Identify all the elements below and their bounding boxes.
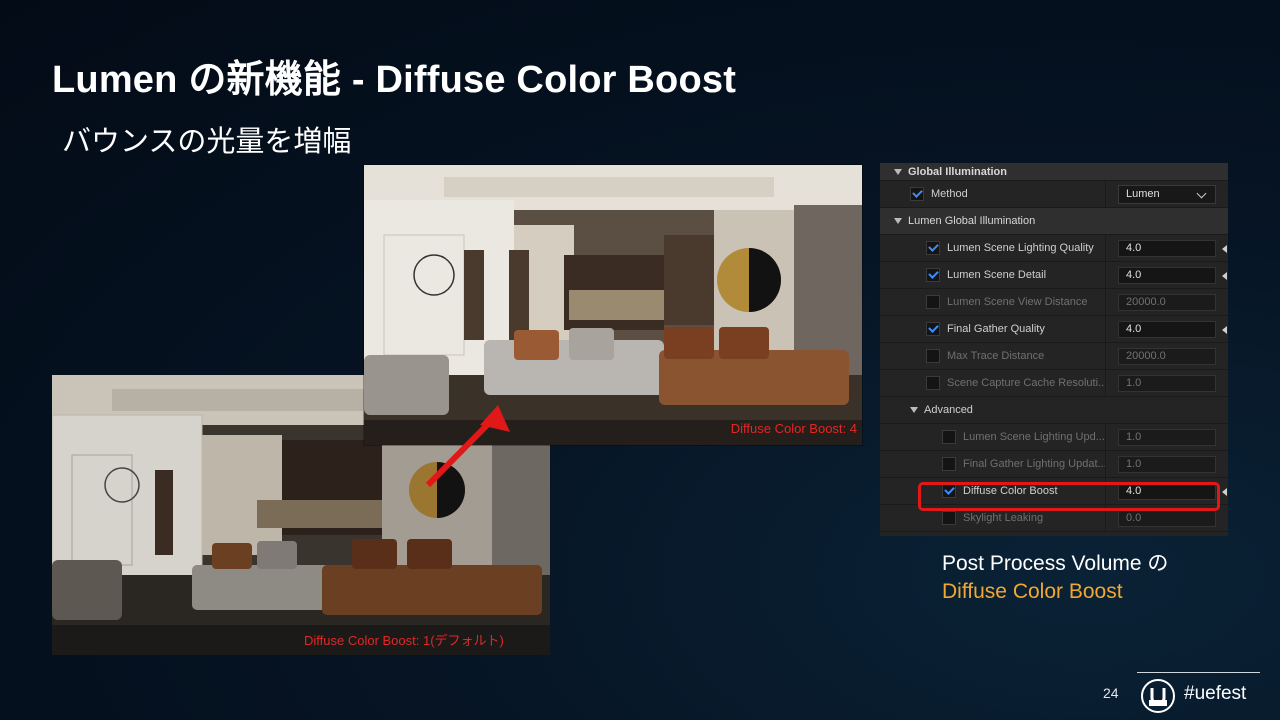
lighting-quality-input[interactable]: 4.0	[1118, 240, 1216, 257]
reset-arrow-icon[interactable]	[1222, 245, 1227, 253]
caret-down-icon	[894, 168, 902, 175]
caption-line-2: Diffuse Color Boost	[942, 580, 1123, 603]
row-scene-detail: Lumen Scene Detail 4.0	[880, 262, 1228, 289]
lighting-update-checkbox[interactable]	[942, 430, 956, 444]
method-checkbox[interactable]	[910, 187, 924, 201]
row-label: Final Gather Quality	[947, 323, 1045, 335]
slide-subtitle: バウンスの光量を増幅	[62, 126, 352, 158]
footer-divider	[1137, 672, 1260, 673]
row-label: Lumen Scene Detail	[947, 269, 1047, 281]
caret-down-icon	[910, 407, 918, 413]
row-method: Method Lumen	[880, 181, 1228, 208]
section-lumen-gi[interactable]: Lumen Global Illumination	[880, 208, 1228, 235]
scene-capture-cache-checkbox[interactable]	[926, 376, 940, 390]
row-lighting-quality: Lumen Scene Lighting Quality 4.0	[880, 235, 1228, 262]
final-gather-quality-checkbox[interactable]	[926, 322, 940, 336]
scene-detail-checkbox[interactable]	[926, 268, 940, 282]
section-advanced[interactable]: Advanced	[880, 397, 1228, 424]
row-label: Scene Capture Cache Resoluti...	[947, 377, 1108, 389]
render-boosted-image: Diffuse Color Boost: 4	[364, 165, 862, 445]
scene-detail-input[interactable]: 4.0	[1118, 267, 1216, 284]
row-view-distance: Lumen Scene View Distance 20000.0	[880, 289, 1228, 316]
final-gather-update-input[interactable]: 1.0	[1118, 456, 1216, 473]
chevron-down-icon	[1196, 188, 1207, 199]
lighting-quality-checkbox[interactable]	[926, 241, 940, 255]
row-label: Skylight Leaking	[963, 512, 1044, 524]
max-trace-distance-input[interactable]: 20000.0	[1118, 348, 1216, 365]
row-label: Lumen Scene Lighting Upd...	[963, 431, 1105, 443]
max-trace-distance-checkbox[interactable]	[926, 349, 940, 363]
page-number: 24	[1103, 685, 1119, 701]
skylight-leaking-checkbox[interactable]	[942, 511, 956, 525]
final-gather-quality-input[interactable]: 4.0	[1118, 321, 1216, 338]
skylight-leaking-input[interactable]: 0.0	[1118, 510, 1216, 527]
row-label: Final Gather Lighting Updat...	[963, 458, 1107, 470]
event-hashtag: #uefest	[1184, 683, 1247, 704]
row-scene-capture-cache: Scene Capture Cache Resoluti... 1.0	[880, 370, 1228, 397]
row-final-gather-update: Final Gather Lighting Updat... 1.0	[880, 451, 1228, 478]
section-label: Lumen Global Illumination	[908, 215, 1036, 227]
slide-title: Lumen の新機能 - Diffuse Color Boost	[52, 59, 737, 101]
row-label: Lumen Scene View Distance	[947, 296, 1088, 308]
reset-arrow-icon[interactable]	[1222, 488, 1227, 496]
method-value: Lumen	[1126, 188, 1160, 200]
lighting-update-input[interactable]: 1.0	[1118, 429, 1216, 446]
boosted-render-caption: Diffuse Color Boost: 4	[730, 421, 857, 436]
panel-caption: Post Process Volume の Diffuse Color Boos…	[942, 550, 1168, 606]
final-gather-update-checkbox[interactable]	[942, 457, 956, 471]
row-max-trace-distance: Max Trace Distance 20000.0	[880, 343, 1228, 370]
section-global-illumination[interactable]: Global Illumination	[880, 163, 1228, 181]
post-process-details-panel: Global Illumination Method Lumen Lumen G…	[880, 163, 1228, 536]
view-distance-checkbox[interactable]	[926, 295, 940, 309]
view-distance-input[interactable]: 20000.0	[1118, 294, 1216, 311]
reset-arrow-icon[interactable]	[1222, 272, 1227, 280]
unreal-fest-logo-icon	[1141, 679, 1175, 713]
section-label: Advanced	[924, 404, 973, 416]
diffuse-boost-highlight-box	[918, 482, 1220, 511]
method-dropdown[interactable]: Lumen	[1118, 185, 1216, 204]
default-render-caption: Diffuse Color Boost: 1(デフォルト)	[304, 633, 504, 648]
scene-capture-cache-input[interactable]: 1.0	[1118, 375, 1216, 392]
row-final-gather-quality: Final Gather Quality 4.0	[880, 316, 1228, 343]
caption-line-1: Post Process Volume の	[942, 552, 1169, 575]
section-label: Global Illumination	[908, 165, 1007, 178]
row-lighting-update: Lumen Scene Lighting Upd... 1.0	[880, 424, 1228, 451]
reset-arrow-icon[interactable]	[1222, 326, 1227, 334]
caret-down-icon	[894, 218, 902, 224]
row-label: Lumen Scene Lighting Quality	[947, 242, 1094, 254]
row-label: Max Trace Distance	[947, 350, 1045, 362]
method-label: Method	[931, 188, 968, 200]
